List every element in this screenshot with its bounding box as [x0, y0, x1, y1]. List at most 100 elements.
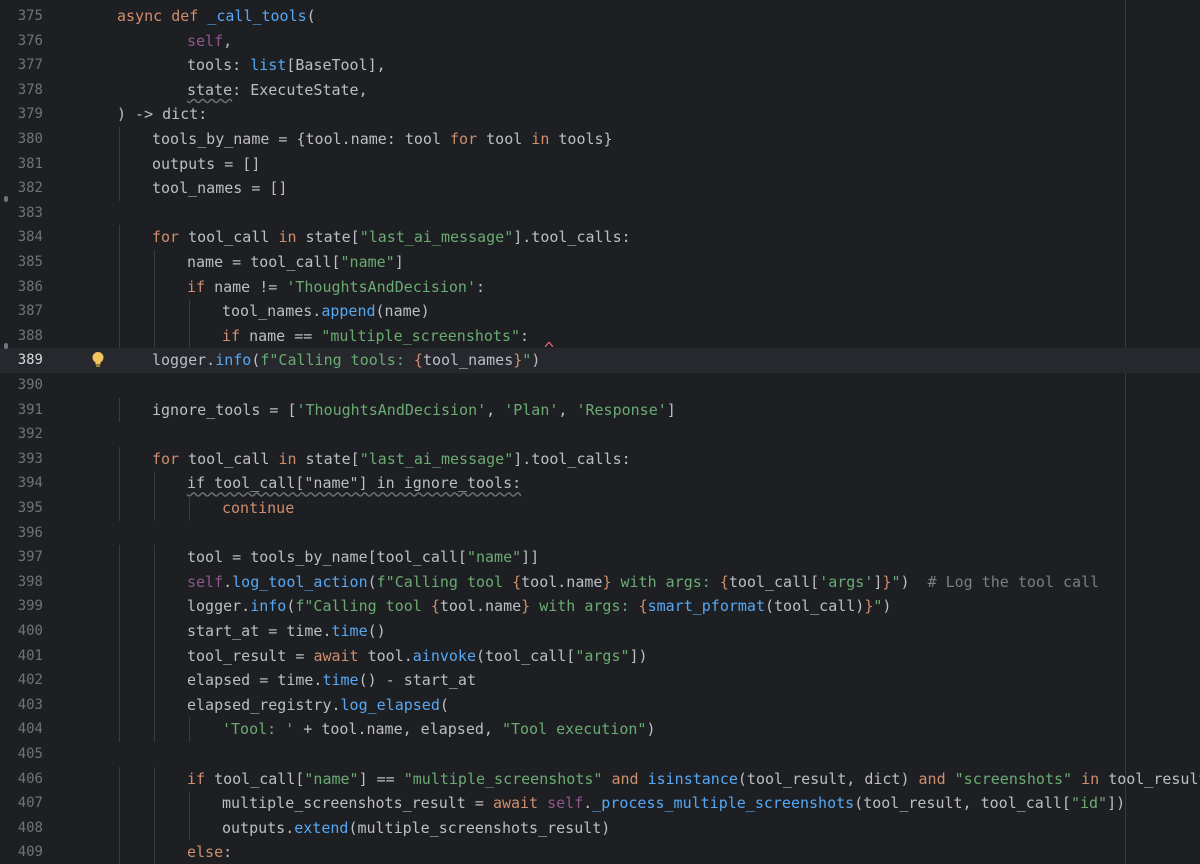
code-text[interactable]: tools_by_name = {tool.name: tool for too…	[152, 127, 613, 152]
code-line[interactable]: 383	[0, 195, 1200, 226]
code-text[interactable]: async def _call_tools(	[117, 4, 316, 29]
code-line[interactable]: 406 if tool_call["name"] == "multiple_scr…	[0, 766, 1200, 792]
line-number[interactable]: 387	[0, 299, 43, 324]
code-line[interactable]: 396	[0, 521, 1200, 546]
line-number[interactable]: 377	[0, 53, 43, 78]
line-number[interactable]: 398	[0, 570, 43, 595]
line-number[interactable]: 383	[0, 201, 43, 226]
change-marker[interactable]	[4, 195, 8, 202]
lightbulb-icon[interactable]	[91, 351, 105, 369]
code-text[interactable]: ) -> dict:	[117, 102, 207, 127]
code-text[interactable]: outputs = []	[152, 152, 260, 177]
line-number[interactable]: 408	[0, 816, 43, 841]
code-text[interactable]: if tool_call["name"] in ignore_tools:	[187, 471, 521, 496]
code-line[interactable]: 403 elapsed_registry.log_elapsed(	[0, 692, 1200, 718]
line-number[interactable]: 390	[0, 373, 43, 398]
code-text[interactable]: elapsed = time.time() - start_at	[187, 668, 476, 693]
line-number[interactable]: 396	[0, 521, 43, 546]
code-text[interactable]: tool_result = await tool.ainvoke(tool_ca…	[187, 644, 648, 669]
code-line[interactable]: 392	[0, 422, 1200, 447]
code-text[interactable]: self.log_tool_action(f"Calling tool {too…	[187, 570, 1099, 595]
code-line[interactable]: 381 outputs = []	[0, 151, 1200, 177]
code-line[interactable]: 391 ignore_tools = ['ThoughtsAndDecision'…	[0, 397, 1200, 423]
line-number[interactable]: 381	[0, 152, 43, 177]
code-text[interactable]: state: ExecuteState,	[187, 78, 368, 103]
line-number[interactable]: 380	[0, 127, 43, 152]
line-number[interactable]: 392	[0, 422, 43, 447]
code-text[interactable]: continue	[222, 496, 294, 521]
code-line[interactable]: 375 async def _call_tools(	[0, 4, 1200, 29]
code-line[interactable]: 408 outputs.extend(multiple_screenshots_r…	[0, 815, 1200, 841]
line-number[interactable]: 391	[0, 398, 43, 423]
code-line[interactable]: 388 if name == "multiple_screenshots":	[0, 323, 1200, 349]
line-number[interactable]: 378	[0, 78, 43, 103]
line-number[interactable]: 395	[0, 496, 43, 521]
code-line[interactable]: 409 else:	[0, 840, 1200, 864]
code-text[interactable]: if name == "multiple_screenshots":	[222, 324, 529, 349]
code-text[interactable]: name = tool_call["name"]	[187, 250, 404, 275]
line-number[interactable]: 393	[0, 447, 43, 472]
line-number[interactable]: 402	[0, 668, 43, 693]
line-number[interactable]: 386	[0, 275, 43, 300]
code-text[interactable]: 'Tool: ' + tool.name, elapsed, "Tool exe…	[222, 717, 656, 742]
code-line[interactable]: 405	[0, 742, 1200, 767]
code-line[interactable]: 377 tools: list[BaseTool],	[0, 53, 1200, 78]
line-number[interactable]: 379	[0, 102, 43, 127]
line-number[interactable]: 404	[0, 717, 43, 742]
code-line[interactable]: 389 logger.info(f"Calling tools: {tool_na…	[0, 343, 1200, 373]
code-line[interactable]: 376 self,	[0, 29, 1200, 54]
code-line[interactable]: 398 self.log_tool_action(f"Calling tool {…	[0, 569, 1200, 595]
code-text[interactable]: outputs.extend(multiple_screenshots_resu…	[222, 816, 610, 841]
code-line[interactable]: 384 for tool_call in state["last_ai_messa…	[0, 225, 1200, 250]
line-number[interactable]: 403	[0, 693, 43, 718]
code-text[interactable]: multiple_screenshots_result = await self…	[222, 791, 1125, 816]
line-number[interactable]: 409	[0, 840, 43, 864]
code-line[interactable]: 397 tool = tools_by_name[tool_call["name"…	[0, 545, 1200, 570]
code-text[interactable]: tool_names.append(name)	[222, 299, 430, 324]
line-number[interactable]: 384	[0, 225, 43, 250]
code-line[interactable]: 393 for tool_call in state["last_ai_messa…	[0, 446, 1200, 472]
line-number[interactable]: 406	[0, 767, 43, 792]
code-text[interactable]: tool_names = []	[152, 176, 287, 201]
code-text[interactable]: elapsed_registry.log_elapsed(	[187, 693, 449, 718]
line-number[interactable]: 399	[0, 594, 43, 619]
code-line[interactable]: 380 tools_by_name = {tool.name: tool for …	[0, 127, 1200, 152]
code-line[interactable]: 387 tool_names.append(name)	[0, 299, 1200, 324]
code-line[interactable]: 390	[0, 373, 1200, 398]
line-number[interactable]: 394	[0, 471, 43, 496]
code-line[interactable]: 407 multiple_screenshots_result = await s…	[0, 791, 1200, 816]
code-line[interactable]: 386 if name != 'ThoughtsAndDecision':	[0, 274, 1200, 300]
code-text[interactable]: logger.info(f"Calling tools: {tool_names…	[152, 348, 540, 373]
code-text[interactable]: logger.info(f"Calling tool {tool.name} w…	[187, 594, 891, 619]
code-text[interactable]: tool = tools_by_name[tool_call["name"]]	[187, 545, 539, 570]
code-text[interactable]: if tool_call["name"] == "multiple_screen…	[187, 767, 1200, 792]
line-number[interactable]: 376	[0, 29, 43, 54]
code-line[interactable]: 379 ) -> dict:	[0, 102, 1200, 127]
code-text[interactable]: tools: list[BaseTool],	[187, 53, 386, 78]
code-line[interactable]: 399 logger.info(f"Calling tool {tool.name…	[0, 594, 1200, 619]
code-editor[interactable]: 375 async def _call_tools( 376 self, 377 tool…	[0, 0, 1200, 864]
code-text[interactable]: if name != 'ThoughtsAndDecision':	[187, 275, 485, 300]
line-number[interactable]: 397	[0, 545, 43, 570]
code-line[interactable]: 402 elapsed = time.time() - start_at	[0, 668, 1200, 693]
line-number[interactable]: 375	[0, 4, 43, 29]
code-line[interactable]: 394 if tool_call["name"] in ignore_tools:	[0, 471, 1200, 496]
code-line[interactable]: 401 tool_result = await tool.ainvoke(tool…	[0, 643, 1200, 669]
line-number[interactable]: 400	[0, 619, 43, 644]
code-text[interactable]: start_at = time.time()	[187, 619, 386, 644]
line-number[interactable]: 385	[0, 250, 43, 275]
code-line[interactable]: 382 tool_names = []	[0, 176, 1200, 201]
line-number[interactable]: 401	[0, 644, 43, 669]
code-text[interactable]: for tool_call in state["last_ai_message"…	[152, 225, 631, 250]
code-text[interactable]: else:	[187, 840, 232, 864]
code-text[interactable]: self,	[187, 29, 232, 54]
code-line[interactable]: 395 continue	[0, 496, 1200, 521]
code-line[interactable]: 400 start_at = time.time()	[0, 619, 1200, 644]
code-text[interactable]: ignore_tools = ['ThoughtsAndDecision', '…	[152, 398, 676, 423]
line-number[interactable]: 389	[0, 348, 43, 373]
code-line[interactable]: 378 state: ExecuteState,	[0, 78, 1200, 103]
code-line[interactable]: 385 name = tool_call["name"]	[0, 250, 1200, 275]
code-text[interactable]: for tool_call in state["last_ai_message"…	[152, 447, 631, 472]
line-number[interactable]: 407	[0, 791, 43, 816]
code-line[interactable]: 404 'Tool: ' + tool.name, elapsed, "Tool …	[0, 717, 1200, 742]
